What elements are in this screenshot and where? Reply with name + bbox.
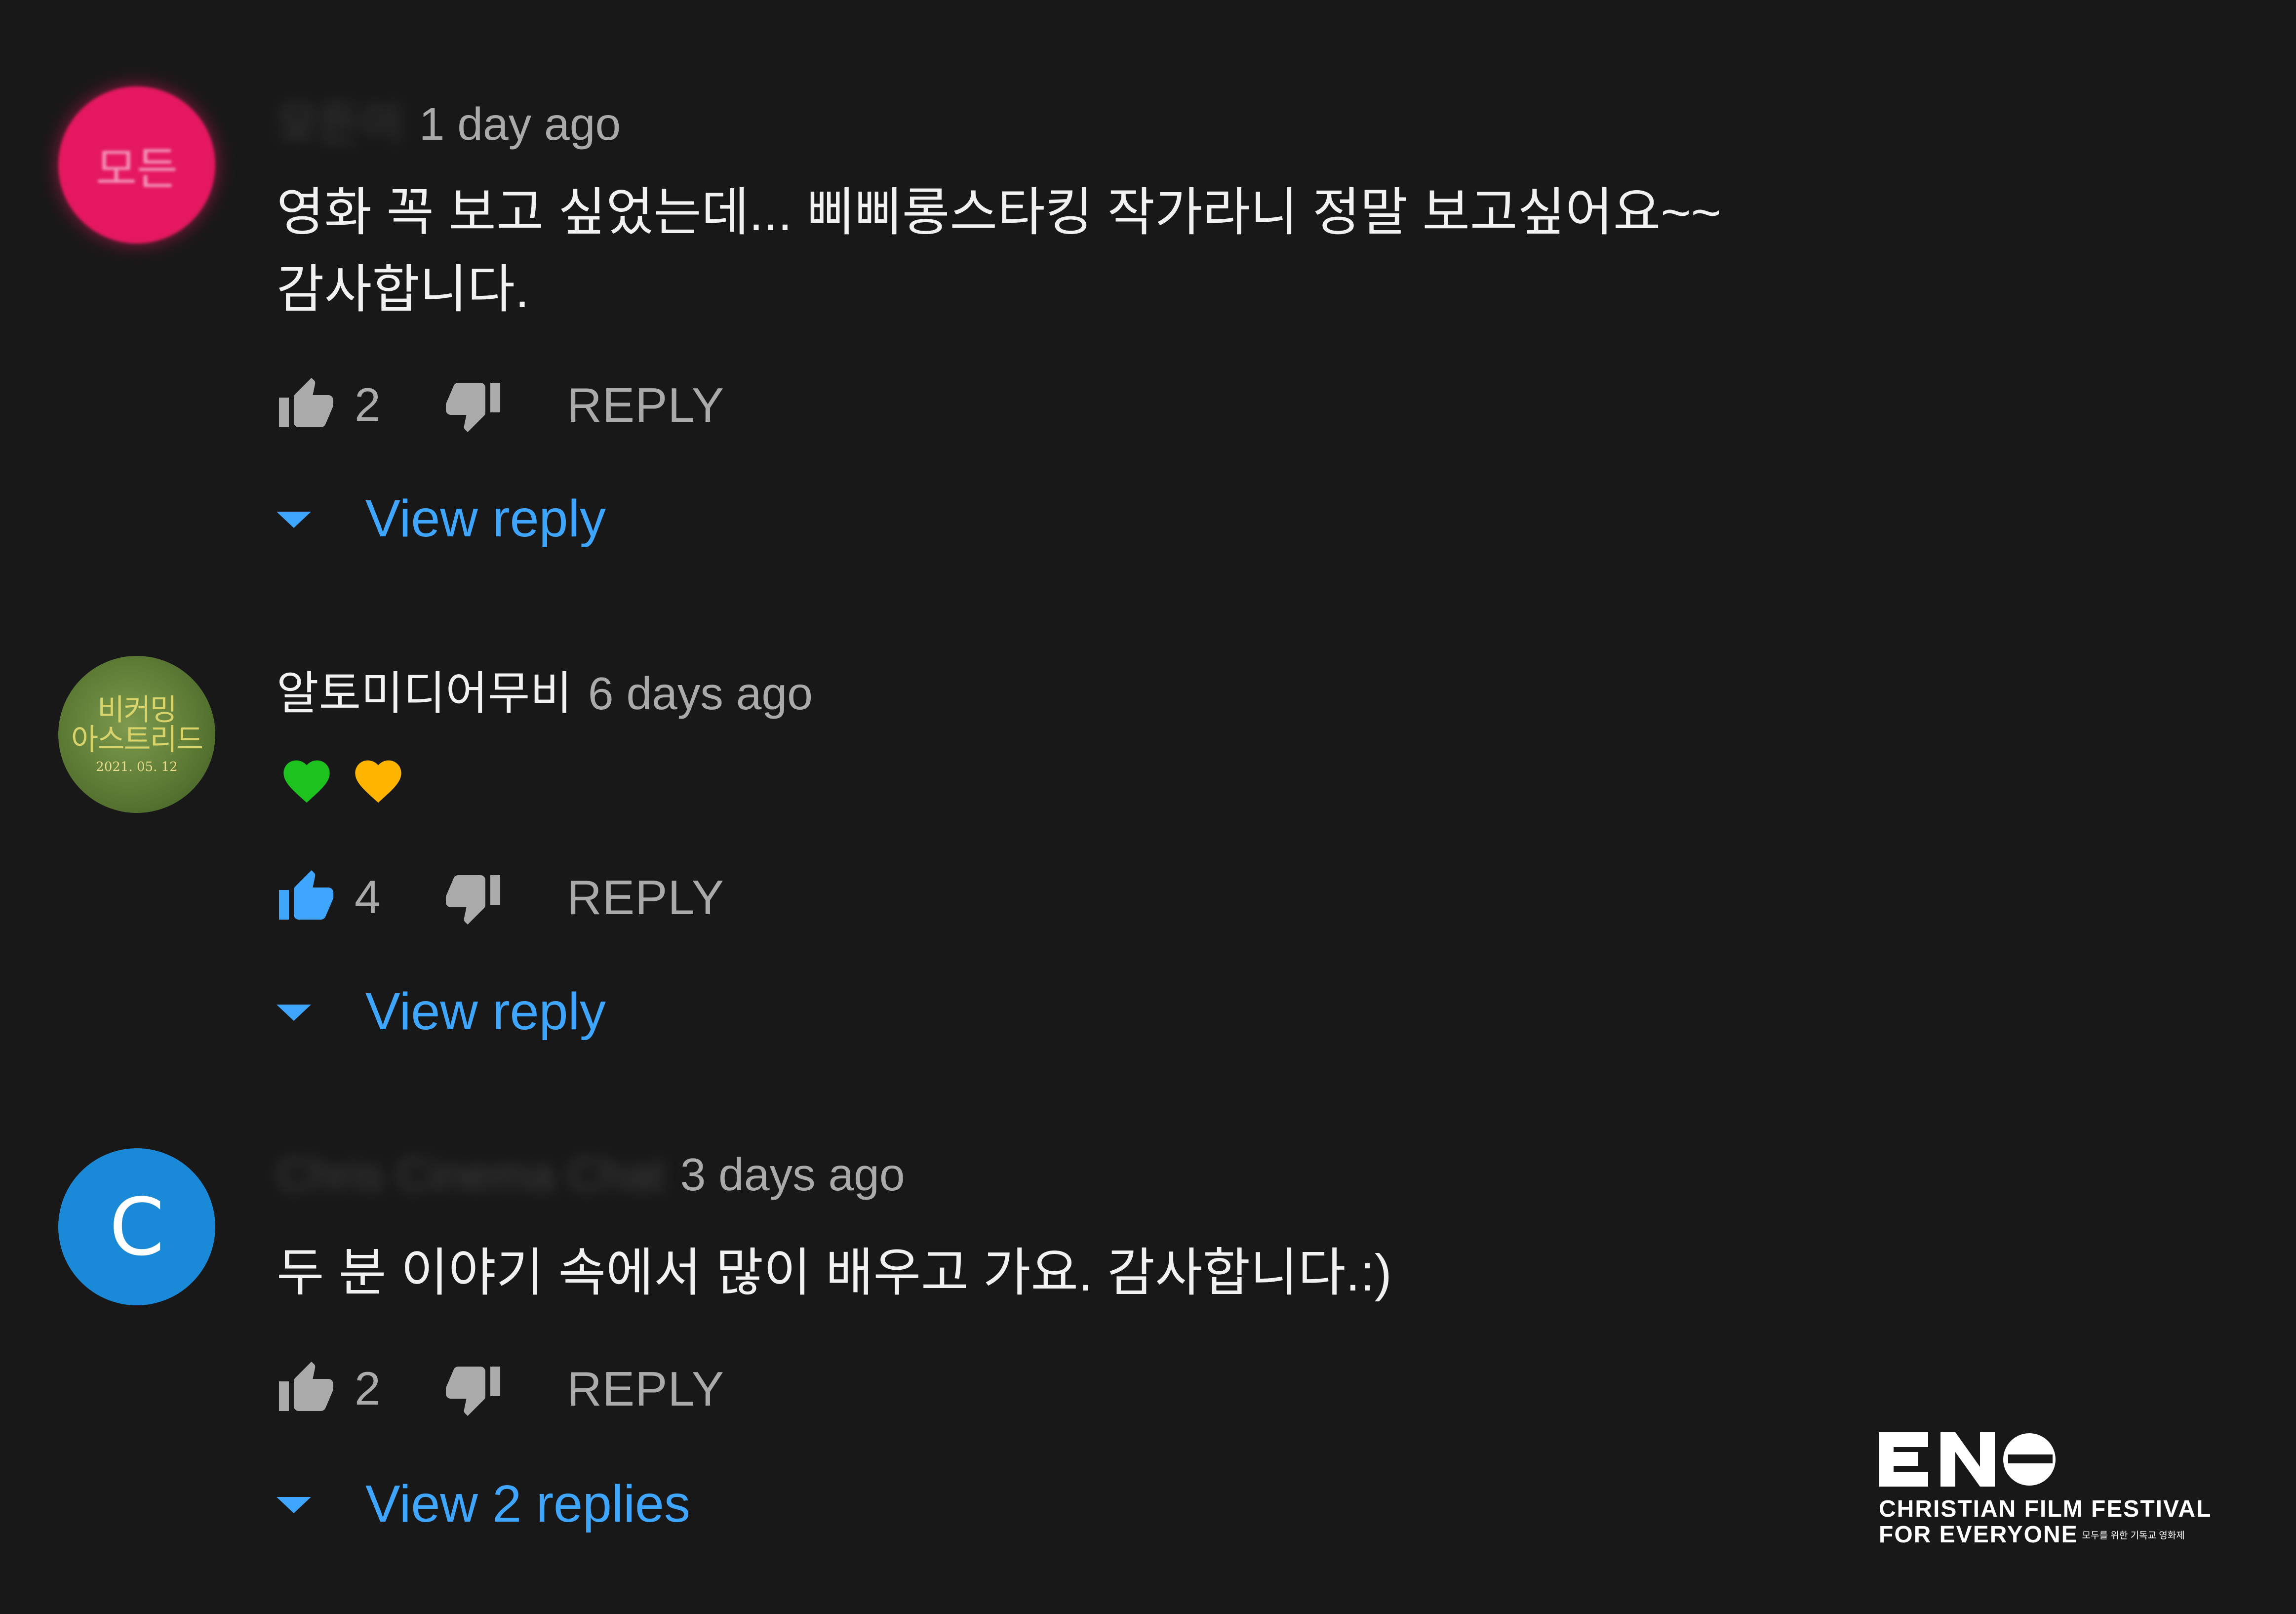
- view-replies-label: View reply: [365, 982, 606, 1041]
- reply-button[interactable]: REPLY: [567, 870, 724, 926]
- thumbs-down-icon[interactable]: [443, 868, 503, 927]
- avatar-title-line: 비커밍: [97, 693, 177, 727]
- thumbs-up-icon[interactable]: [277, 868, 336, 927]
- like-count: 4: [355, 871, 381, 924]
- view-replies-button[interactable]: View 2 replies: [277, 1474, 690, 1534]
- view-replies-button[interactable]: View reply: [277, 489, 606, 549]
- comment-text-line: 두 분 이야기 속에서 많이 배우고 가요. 감사합니다.:): [277, 1244, 1392, 1302]
- author-name[interactable]: 알토미디어무비: [277, 656, 572, 723]
- reply-button[interactable]: REPLY: [567, 1361, 724, 1417]
- comment-actions: 2 REPLY: [277, 375, 724, 435]
- festival-tagline: 모두를 위한 기독교 영화제: [2082, 1531, 2185, 1541]
- avatar-initials: 모든: [96, 143, 178, 195]
- reply-button[interactable]: REPLY: [567, 377, 724, 433]
- view-replies-button[interactable]: View reply: [277, 982, 606, 1042]
- avatar-title-line: 아스트리드: [71, 723, 203, 757]
- view-replies-label: View reply: [365, 489, 606, 548]
- festival-logo: CHRISTIAN FILM FESTIVAL FOR EVERYONE 모두를 …: [1879, 1432, 2212, 1549]
- caret-down-icon: [277, 1494, 311, 1514]
- timestamp[interactable]: 1 day ago: [419, 98, 621, 151]
- comment-text-line: 영화 꼭 보고 싶었는데... 삐삐롱스타킹 작가라니 정말 보고싶어요~~: [277, 184, 1721, 242]
- yellow-heart-icon: [351, 753, 406, 805]
- avatar[interactable]: 비커밍 아스트리드 2021. 05. 12: [58, 656, 215, 813]
- comment-text: 두 분 이야기 속에서 많이 배우고 가요. 감사합니다.:): [277, 1235, 1392, 1312]
- comment-header: 모든이 1 day ago: [277, 86, 621, 153]
- timestamp[interactable]: 3 days ago: [680, 1148, 905, 1201]
- comment-actions: 4 REPLY: [277, 868, 724, 927]
- festival-logo-mark: [1879, 1432, 2056, 1487]
- festival-name-line: CHRISTIAN FILM FESTIVAL: [1879, 1496, 2212, 1522]
- like-count: 2: [355, 378, 381, 431]
- festival-name-line2-text: FOR EVERYONE: [1879, 1522, 2078, 1548]
- comment-header: 알토미디어무비 6 days ago: [277, 656, 813, 723]
- author-name[interactable]: 모든이: [277, 86, 403, 153]
- author-name[interactable]: Chris Cinema Chat: [277, 1148, 665, 1201]
- comment-text-line: 감사합니다.: [277, 261, 530, 319]
- avatar[interactable]: C: [58, 1148, 215, 1305]
- festival-name-line2: FOR EVERYONE 모두를 위한 기독교 영화제: [1879, 1522, 2205, 1549]
- comment-header: Chris Cinema Chat 3 days ago: [277, 1148, 905, 1201]
- like-count: 2: [355, 1362, 381, 1415]
- comment-actions: 2 REPLY: [277, 1359, 724, 1418]
- view-replies-label: View 2 replies: [365, 1475, 690, 1533]
- caret-down-icon: [277, 1002, 311, 1022]
- thumbs-down-icon[interactable]: [443, 1359, 503, 1418]
- avatar[interactable]: 모든: [58, 86, 215, 243]
- thumbs-down-icon[interactable]: [443, 375, 503, 435]
- caret-down-icon: [277, 509, 311, 529]
- thumbs-up-icon[interactable]: [277, 375, 336, 435]
- green-heart-icon: [279, 753, 334, 805]
- avatar-date: 2021. 05. 12: [96, 760, 178, 774]
- thumbs-up-icon[interactable]: [277, 1359, 336, 1418]
- timestamp[interactable]: 6 days ago: [588, 667, 813, 720]
- comment-text: 영화 꼭 보고 싶었는데... 삐삐롱스타킹 작가라니 정말 보고싶어요~~ 감…: [277, 174, 1721, 328]
- avatar-letter: C: [109, 1180, 164, 1273]
